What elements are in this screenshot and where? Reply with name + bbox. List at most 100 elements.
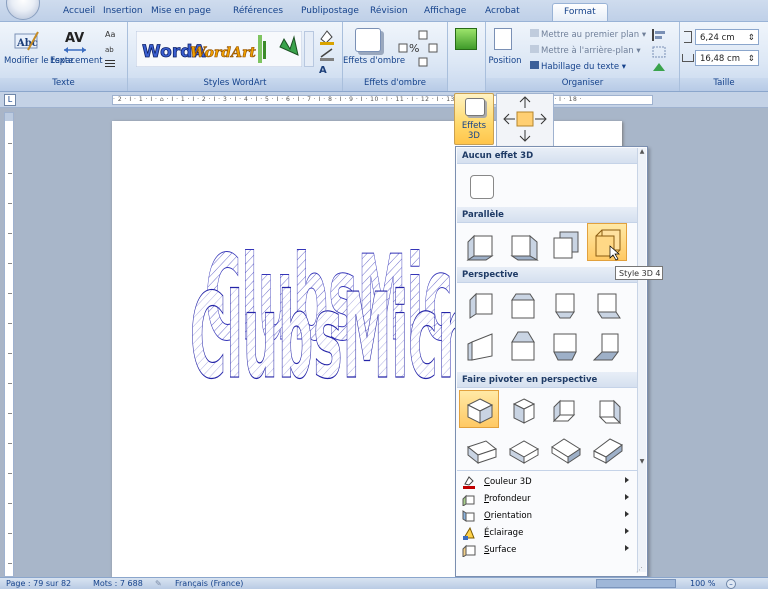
menu-surface[interactable]: Surface	[457, 542, 637, 558]
menu-orientation[interactable]: Orientation	[457, 508, 637, 524]
ribbon: Abc Modifier le texte AV Espacement Aa a…	[0, 21, 768, 92]
style-perspective-4[interactable]	[587, 285, 627, 323]
lighting-icon	[463, 526, 475, 540]
spacing-icon: AV	[64, 31, 86, 53]
cube-icon	[512, 398, 536, 424]
svg-text:ab: ab	[105, 46, 114, 54]
tab-selector-button[interactable]: L	[4, 94, 16, 106]
cube-icon	[555, 293, 575, 319]
group-organiser: Position Mettre au premier plan ▾ Mettre…	[486, 22, 680, 91]
align-group-rotate-icons[interactable]	[650, 27, 676, 77]
style-rotate-7[interactable]	[545, 430, 585, 468]
tab-mise-en-page[interactable]: Mise en page	[151, 6, 211, 16]
scroll-down-icon[interactable]: ▼	[638, 458, 646, 467]
position-button[interactable]: Position	[486, 56, 524, 66]
menu-couleur-3d-label: ouleur 3D	[489, 477, 532, 487]
scroll-up-icon[interactable]: ▲	[638, 148, 646, 157]
width-field[interactable]: 16,48 cm ⇕	[695, 50, 759, 66]
style-rotate-4[interactable]	[587, 390, 627, 428]
effets-3d-label: Effets 3D	[461, 121, 487, 141]
style-perspective-8[interactable]	[587, 325, 627, 363]
page-count[interactable]: Page : 79 sur 82	[6, 579, 71, 588]
style-perspective-5[interactable]	[461, 325, 501, 363]
resize-grip-icon[interactable]: ⋰	[636, 566, 643, 574]
menu-profondeur[interactable]: Profondeur	[457, 491, 637, 507]
proofing-icon[interactable]: ✎	[155, 579, 162, 588]
direction-icon	[462, 510, 475, 522]
effets-3d-button[interactable]: Effets 3D	[454, 93, 494, 145]
vertical-ruler-scale[interactable]	[5, 113, 14, 577]
style-rotate-3[interactable]	[545, 390, 585, 428]
group-texte: Abc Modifier le texte AV Espacement Aa a…	[0, 22, 128, 91]
tilt-arrows-icon[interactable]	[497, 94, 553, 146]
zoom-level[interactable]: 100 %	[690, 579, 715, 588]
shadow-nudge-icons[interactable]: %	[397, 26, 441, 74]
cube-icon	[469, 292, 493, 319]
style-rotate-6[interactable]	[503, 430, 543, 468]
style-parallel-1[interactable]	[461, 225, 501, 263]
espacement-button[interactable]: Espacement	[50, 56, 103, 66]
tab-accueil[interactable]: Accueil	[63, 6, 95, 16]
cube-icon	[593, 438, 623, 464]
submenu-arrow-icon	[625, 545, 629, 551]
style-perspective-2[interactable]	[503, 285, 543, 323]
style-perspective-1[interactable]	[461, 285, 501, 323]
section-parallele: Parallèle	[457, 207, 637, 223]
text-wrap-button[interactable]: Habillage du texte ▾	[530, 61, 626, 72]
width-spinner[interactable]: ⇕	[748, 54, 755, 64]
height-field[interactable]: 6,24 cm ⇕	[695, 29, 759, 45]
tab-revision[interactable]: Révision	[370, 6, 408, 16]
menu-profondeur-label: rofondeur	[488, 494, 531, 504]
menu-eclairage[interactable]: Éclairage	[457, 525, 637, 541]
language[interactable]: Français (France)	[175, 579, 243, 588]
ruler-scale[interactable]: · 2 · I · 1 · I · ⌂ · I · 1 · I · 2 · I …	[112, 95, 653, 105]
effets-ombre-button[interactable]: Effets d'ombre	[343, 56, 405, 66]
cube-icon	[466, 440, 498, 465]
style-rotate-8[interactable]	[587, 430, 627, 468]
wordart-fill-outline-shape-icons[interactable]: A	[318, 27, 340, 75]
svg-text:%: %	[409, 42, 419, 55]
effects-3d-ribbon-icon[interactable]	[455, 28, 477, 50]
tab-affichage[interactable]: Affichage	[424, 6, 466, 16]
menu-surface-label: urface	[489, 545, 517, 555]
svg-text:Aa: Aa	[105, 30, 115, 39]
style-perspective-6[interactable]	[503, 325, 543, 363]
zoom-out-button[interactable]: –	[726, 579, 736, 589]
bring-front-icon	[530, 29, 539, 37]
text-format-icons[interactable]: Aa ab	[104, 27, 120, 73]
cube-icon	[511, 331, 535, 361]
style-perspective-7[interactable]	[545, 325, 585, 363]
style-rotate-1[interactable]	[459, 390, 499, 428]
menu-scrollbar[interactable]: ▲ ▼	[637, 148, 646, 572]
gallery-scroll[interactable]	[304, 31, 314, 67]
word-count[interactable]: Mots : 7 688	[93, 579, 143, 588]
wordart-style-gallery[interactable]: WordA WordArt	[136, 31, 302, 67]
modifier-texte-button[interactable]: Modifier le texte	[4, 56, 73, 66]
section-faire-pivoter: Faire pivoter en perspective	[457, 372, 637, 388]
submenu-arrow-icon	[625, 528, 629, 534]
menu-couleur-3d[interactable]: Couleur 3D	[457, 474, 637, 490]
cube-icon	[595, 229, 621, 261]
style-none[interactable]	[461, 167, 501, 205]
tab-insertion[interactable]: Insertion	[103, 6, 143, 16]
group-taille-label: Taille	[680, 78, 768, 91]
tab-publipostage[interactable]: Publipostage	[301, 6, 359, 16]
cube-icon	[553, 333, 577, 361]
style-parallel-3[interactable]	[545, 225, 585, 263]
height-spinner[interactable]: ⇕	[748, 33, 755, 43]
bring-front-button[interactable]: Mettre au premier plan ▾	[530, 29, 646, 40]
office-button[interactable]	[6, 0, 40, 20]
status-bar: Page : 79 sur 82 Mots : 7 688 ✎ Français…	[0, 577, 768, 589]
style-perspective-3[interactable]	[545, 285, 585, 323]
tab-format[interactable]: Format	[552, 3, 608, 22]
tab-acrobat[interactable]: Acrobat	[485, 6, 520, 16]
style-parallel-2[interactable]	[503, 225, 543, 263]
style-rotate-5[interactable]	[461, 430, 501, 468]
style-parallel-4[interactable]	[587, 223, 627, 261]
group-effets-ombre-label: Effets d'ombre	[343, 78, 447, 91]
style-rotate-2[interactable]	[503, 390, 543, 428]
tab-references[interactable]: Références	[233, 6, 283, 16]
view-buttons[interactable]	[596, 579, 676, 588]
send-back-button[interactable]: Mettre à l'arrière-plan ▾	[530, 45, 641, 56]
section-aucun-effet: Aucun effet 3D	[457, 148, 637, 164]
